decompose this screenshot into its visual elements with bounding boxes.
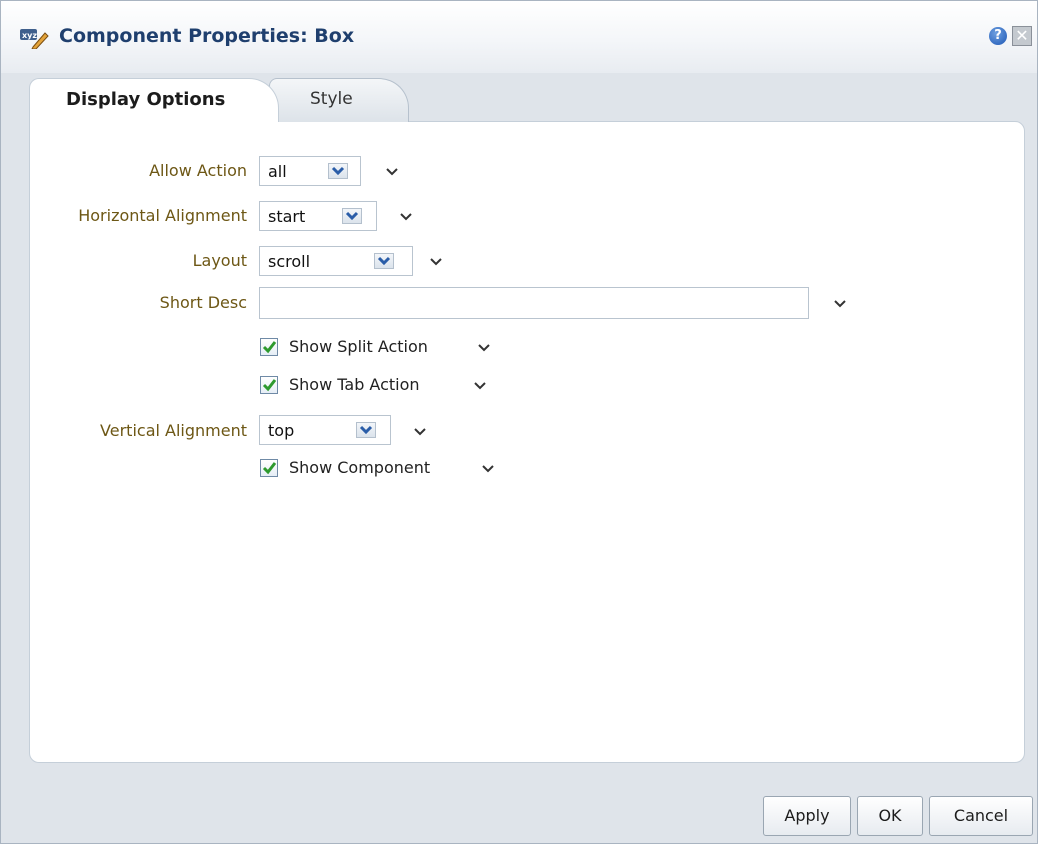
show-split-action-label: Show Split Action [289, 337, 428, 356]
horizontal-alignment-select[interactable]: start [259, 201, 377, 231]
layout-expand-icon[interactable] [429, 257, 443, 267]
vertical-alignment-label: Vertical Alignment [100, 421, 247, 440]
show-split-action-checkbox[interactable] [260, 338, 278, 356]
horizontal-alignment-label: Horizontal Alignment [78, 206, 247, 225]
chevron-down-icon [342, 208, 362, 224]
ok-button[interactable]: OK [857, 796, 923, 836]
layout-label: Layout [192, 251, 247, 270]
horizontal-alignment-expand-icon[interactable] [399, 212, 413, 222]
chevron-down-icon [374, 253, 394, 269]
allow-action-select[interactable]: all [259, 156, 361, 186]
vertical-alignment-value: top [268, 421, 295, 440]
chevron-down-icon [356, 422, 376, 438]
checkmark-icon [262, 379, 277, 392]
show-tab-action-expand-icon[interactable] [473, 381, 487, 391]
layout-value: scroll [268, 252, 311, 271]
tab-style-label: Style [310, 89, 353, 109]
help-icon[interactable]: ? [989, 27, 1007, 45]
show-tab-action-checkbox[interactable] [260, 376, 278, 394]
dialog-titlebar: xyz Component Properties: Box ? ✕ [1, 1, 1037, 73]
chevron-down-icon [328, 163, 348, 179]
short-desc-input[interactable] [259, 287, 809, 319]
close-icon[interactable]: ✕ [1012, 26, 1032, 46]
show-component-expand-icon[interactable] [481, 464, 495, 474]
vertical-alignment-expand-icon[interactable] [413, 427, 427, 437]
checkmark-icon [262, 462, 277, 475]
short-desc-expand-icon[interactable] [833, 299, 847, 309]
horizontal-alignment-value: start [268, 207, 306, 226]
svg-text:xyz: xyz [22, 31, 37, 40]
layout-select[interactable]: scroll [259, 246, 413, 276]
show-split-action-expand-icon[interactable] [477, 343, 491, 353]
show-component-label: Show Component [289, 458, 431, 477]
cancel-button[interactable]: Cancel [929, 796, 1033, 836]
show-tab-action-label: Show Tab Action [289, 375, 420, 394]
allow-action-value: all [268, 162, 287, 181]
tab-style[interactable]: Style [269, 78, 409, 122]
vertical-alignment-select[interactable]: top [259, 415, 391, 445]
tab-display-options-label: Display Options [66, 89, 226, 110]
tab-display-options[interactable]: Display Options [29, 78, 279, 122]
edit-properties-icon: xyz [20, 29, 49, 49]
component-properties-dialog: xyz Component Properties: Box ? ✕ Displa… [0, 0, 1038, 844]
short-desc-label: Short Desc [159, 293, 247, 312]
allow-action-label: Allow Action [149, 161, 247, 180]
allow-action-expand-icon[interactable] [385, 167, 399, 177]
apply-button[interactable]: Apply [763, 796, 851, 836]
dialog-title: Component Properties: Box [59, 25, 355, 47]
checkmark-icon [262, 341, 277, 354]
show-component-checkbox[interactable] [260, 459, 278, 477]
